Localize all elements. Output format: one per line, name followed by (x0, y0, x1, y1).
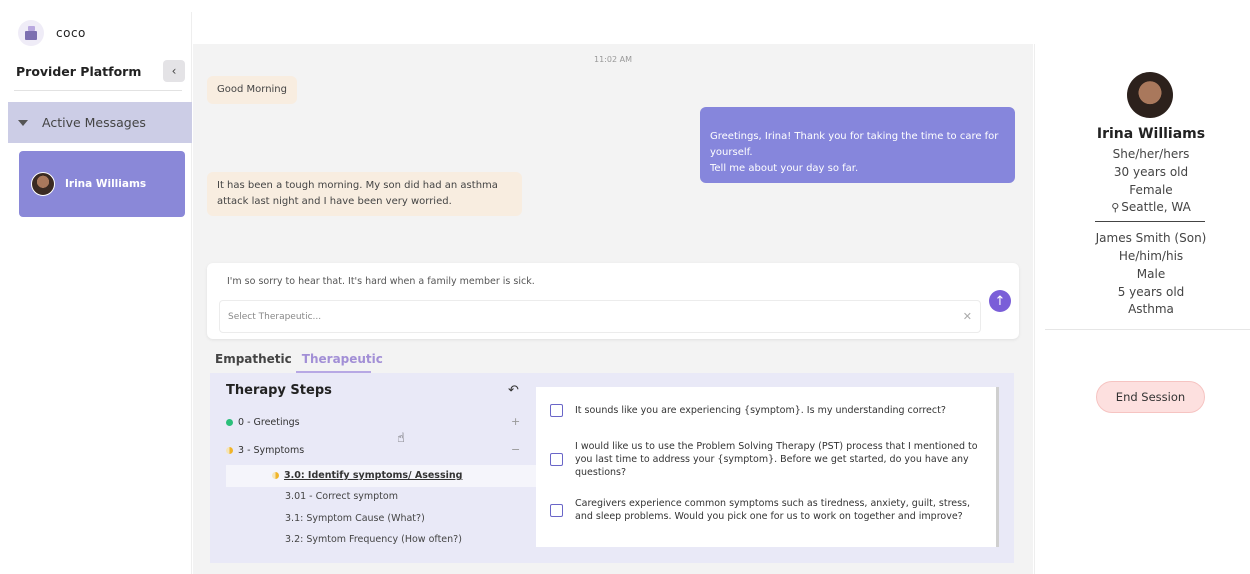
response-tabs: Empathetic Therapeutic (215, 352, 383, 373)
option-text: I would like us to use the Problem Solvi… (575, 441, 978, 478)
substep-correct-symptom[interactable]: 3.01 - Correct symptom (285, 491, 398, 502)
platform-title: Provider Platform (16, 64, 142, 79)
tab-therapeutic[interactable]: Therapeutic (295, 352, 383, 373)
provider-message: Greetings, Irina! Thank you for taking t… (700, 107, 1015, 183)
message-text: Good Morning (217, 84, 287, 95)
patient-message: It has been a tough morning. My son did … (207, 172, 522, 216)
substep-symptom-cause[interactable]: 3.1: Symptom Cause (What?) (285, 513, 425, 524)
therapy-steps-title: Therapy Steps (226, 383, 332, 398)
location-text: Seattle, WA (1121, 200, 1191, 214)
divider (14, 90, 182, 91)
avatar (31, 172, 55, 196)
option-text: Caregivers experience common symptoms su… (575, 498, 971, 522)
patient-location: ⚲ Seattle, WA (1035, 200, 1250, 214)
dependent-gender: Male (1136, 267, 1166, 281)
tab-empathetic[interactable]: Empathetic (215, 352, 292, 366)
step-label: 0 - Greetings (238, 417, 300, 428)
avatar (1127, 72, 1173, 118)
step-symptoms[interactable]: 3 - Symptoms (226, 445, 304, 456)
sidebar: coco Provider Platform ‹ Active Messages… (8, 12, 192, 574)
substep-label: 3.0: Identify symptoms/ Asessing (284, 470, 463, 481)
arrow-up-icon: ↑ (994, 293, 1006, 309)
caret-down-icon (18, 119, 28, 126)
dependent-condition: Asthma (1128, 302, 1174, 316)
option-checkbox[interactable] (550, 404, 563, 417)
patient-name: Irina Williams (1096, 126, 1206, 142)
therapeutic-options-list: It sounds like you are experiencing {sym… (536, 387, 998, 547)
message-timestamp: 11:02 AM (594, 55, 632, 64)
brand-name: coco (56, 26, 86, 40)
select-placeholder: Select Therapeutic... (228, 312, 322, 322)
end-session-label: End Session (1115, 390, 1186, 404)
therapy-steps-panel: Therapy Steps ↶ 0 - Greetings + 3 - Symp… (210, 373, 1014, 563)
in-progress-status-icon (226, 447, 233, 454)
option-item[interactable]: It sounds like you are experiencing {sym… (550, 404, 990, 417)
option-checkbox[interactable] (550, 453, 563, 466)
divider (1095, 221, 1205, 222)
dependent-pronouns: He/him/his (1118, 249, 1184, 263)
brand: coco (18, 20, 86, 46)
send-button[interactable]: ↑ (989, 290, 1011, 312)
dependent-name: James Smith (Son) (1095, 231, 1207, 245)
step-label: 3 - Symptoms (238, 445, 305, 456)
in-progress-status-icon (272, 472, 279, 479)
option-item[interactable]: Caregivers experience common symptoms su… (550, 497, 990, 523)
therapeutic-select[interactable]: Select Therapeutic... ✕ (219, 300, 981, 333)
options-scrollbar[interactable] (996, 387, 999, 547)
active-messages-section[interactable]: Active Messages (8, 102, 192, 143)
contact-irina-williams[interactable]: Irina Williams (19, 151, 185, 217)
end-session-button[interactable]: End Session (1096, 381, 1205, 413)
option-item[interactable]: I would like us to use the Problem Solvi… (550, 440, 990, 479)
chevron-left-icon: ‹ (171, 64, 177, 78)
undo-icon[interactable]: ↶ (508, 383, 519, 398)
patient-profile-panel: Irina Williams She/her/hers 30 years old… (1034, 44, 1250, 574)
active-messages-label: Active Messages (42, 115, 146, 130)
contact-name: Irina Williams (65, 178, 147, 190)
location-pin-icon: ⚲ (1111, 201, 1120, 214)
patient-pronouns: She/her/hers (1112, 147, 1190, 161)
collapse-sidebar-button[interactable]: ‹ (163, 60, 185, 82)
message-composer: I'm so sorry to hear that. It's hard whe… (207, 263, 1019, 339)
hand-cursor-icon: ☝ (397, 431, 405, 446)
patient-message: Good Morning (207, 76, 297, 104)
clear-icon[interactable]: ✕ (963, 310, 972, 323)
patient-age: 30 years old (1113, 165, 1189, 179)
draft-message-input[interactable]: I'm so sorry to hear that. It's hard whe… (227, 276, 535, 287)
top-bar (193, 0, 1250, 44)
complete-status-icon (226, 419, 233, 426)
coco-logo-icon (18, 20, 44, 46)
chat-area: 11:02 AM Good Morning Greetings, Irina! … (193, 44, 1033, 574)
divider (1045, 329, 1250, 330)
option-text: It sounds like you are experiencing {sym… (575, 405, 946, 416)
step-greetings[interactable]: 0 - Greetings (226, 417, 300, 428)
dependent-age: 5 years old (1117, 285, 1185, 299)
collapse-icon[interactable]: − (511, 443, 520, 456)
message-text: It has been a tough morning. My son did … (217, 180, 498, 207)
substep-identify-symptoms[interactable]: 3.0: Identify symptoms/ Asessing (272, 470, 462, 481)
substep-symptom-frequency[interactable]: 3.2: Symtom Frequency (How often?) (285, 534, 462, 545)
patient-gender: Female (1129, 183, 1173, 197)
message-text: Greetings, Irina! Thank you for taking t… (710, 131, 999, 174)
expand-icon[interactable]: + (511, 415, 520, 428)
option-checkbox[interactable] (550, 503, 563, 517)
